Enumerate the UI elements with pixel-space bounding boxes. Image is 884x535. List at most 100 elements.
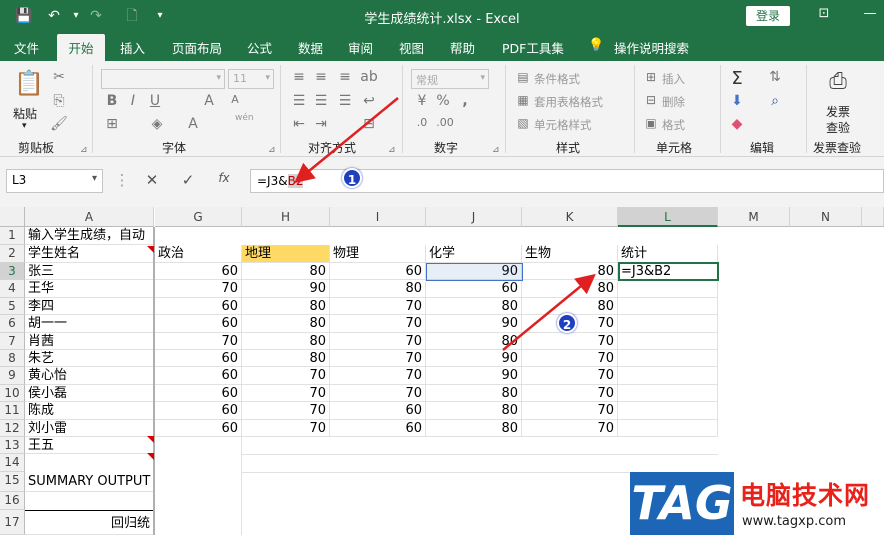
cell-h3[interactable]: 80 [242,263,330,280]
cell-h11[interactable]: 70 [242,402,330,420]
percent-icon[interactable]: % [434,93,452,109]
cell-h9[interactable]: 70 [242,367,330,385]
align-bottom-icon[interactable]: ≡ [336,69,354,85]
cell-j7[interactable]: 80 [426,333,522,350]
format-painter-icon[interactable]: 🖌 [50,116,68,132]
column-header-m[interactable]: M [718,207,790,227]
font-launcher-icon[interactable]: ⊿ [268,145,276,155]
cell-g6[interactable]: 60 [155,315,242,333]
cell-l4[interactable] [618,280,718,298]
cell-j4[interactable]: 60 [426,280,522,298]
cell-g2[interactable]: 政治 [155,245,242,263]
comma-icon[interactable]: , [456,93,474,109]
cell-g10[interactable]: 60 [155,385,242,402]
delete-cells-button[interactable]: 删除 [662,94,685,110]
alignment-launcher-icon[interactable]: ⊿ [388,145,396,155]
decrease-decimal-icon[interactable]: .00 [436,116,454,129]
font-name-dropdown[interactable]: ▾ [101,69,225,89]
select-all-corner[interactable] [0,207,25,227]
merge-center-icon[interactable]: ⊟ [360,116,378,132]
cell-j10[interactable]: 80 [426,385,522,402]
column-header-l[interactable]: L [618,207,718,227]
cell-h7[interactable]: 80 [242,333,330,350]
invoice-check-icon[interactable]: ⎙ [824,69,852,94]
cell-i4[interactable]: 80 [330,280,426,298]
cell-k9[interactable]: 70 [522,367,618,385]
tab-review[interactable]: 审阅 [348,38,373,57]
login-button[interactable]: 登录 [746,6,790,26]
row-header[interactable]: 15 [0,472,25,492]
save-icon[interactable]: 💾 [14,6,34,26]
cell-a13[interactable]: 王五 [25,437,154,454]
row-header[interactable]: 5 [0,298,25,315]
row-header[interactable]: 6 [0,315,25,333]
insert-cells-button[interactable]: 插入 [662,71,685,87]
decrease-indent-icon[interactable]: ⇤ [290,116,308,132]
tab-view[interactable]: 视图 [399,38,424,57]
find-select-icon[interactable]: ⌕ [766,93,784,109]
row-header[interactable]: 9 [0,367,25,385]
cell-i5[interactable]: 70 [330,298,426,315]
undo-icon[interactable]: ↶ [44,6,64,26]
align-right-icon[interactable]: ☰ [336,93,354,109]
font-color-icon[interactable]: A [184,116,202,132]
format-cells-button[interactable]: 格式 [662,117,685,133]
cell-l10[interactable] [618,385,718,402]
cell-a1[interactable]: 输入学生成绩，自动 [25,227,154,245]
cell-l8[interactable] [618,350,718,367]
minimize-icon[interactable]: — [860,6,880,21]
active-cell-l3[interactable] [618,262,719,281]
paste-icon[interactable]: 📋 [14,69,44,97]
cell-a17[interactable]: 回归统 [25,510,154,535]
cell-g12[interactable]: 60 [155,420,242,437]
undo-dropdown-icon[interactable]: ▾ [66,6,86,26]
increase-decimal-icon[interactable]: .0 [413,116,431,129]
cell-h4[interactable]: 90 [242,280,330,298]
cell-g7[interactable]: 70 [155,333,242,350]
cancel-icon[interactable]: ✕ [142,171,162,189]
column-header-g[interactable]: G [155,207,242,227]
cell-l2[interactable]: 统计 [618,245,718,263]
tell-me-search[interactable]: 操作说明搜索 [614,38,689,57]
align-left-icon[interactable]: ☰ [290,93,308,109]
row-header[interactable]: 13 [0,437,25,454]
tab-insert[interactable]: 插入 [120,38,145,57]
row-header[interactable]: 14 [0,454,25,472]
column-header-k[interactable]: K [522,207,618,227]
sort-filter-icon[interactable]: ⇅ [766,69,784,85]
cell-j8[interactable]: 90 [426,350,522,367]
column-header-o[interactable] [862,207,884,227]
cell-a12[interactable]: 刘小雷 [25,420,154,437]
autosum-icon[interactable]: Σ [728,68,746,89]
row-header[interactable]: 7 [0,333,25,350]
cell-g8[interactable]: 60 [155,350,242,367]
decrease-font-icon[interactable]: A [226,93,244,106]
row-header[interactable]: 11 [0,402,25,420]
name-box[interactable]: L3 ▾ [6,169,103,193]
column-header-i[interactable]: I [330,207,426,227]
align-center-icon[interactable]: ☰ [312,93,330,109]
enter-icon[interactable]: ✓ [178,171,198,189]
cell-j12[interactable]: 80 [426,420,522,437]
cell-a3[interactable]: 张三 [25,263,154,280]
row-header[interactable]: 1 [0,227,25,245]
column-header-n[interactable]: N [790,207,862,227]
column-header-a[interactable]: A [25,207,154,227]
cell-k7[interactable]: 70 [522,333,618,350]
row-header[interactable]: 2 [0,245,25,263]
ribbon-display-icon[interactable]: ⊡ [814,6,834,21]
cell-a4[interactable]: 王华 [25,280,154,298]
row-header[interactable]: 16 [0,492,25,510]
wen-phonetic-icon[interactable]: wén [235,113,254,123]
invoice-check-line2[interactable]: 查验 [826,119,850,136]
increase-font-icon[interactable]: A [200,93,218,109]
border-icon[interactable]: ⊞ [103,116,121,132]
cut-icon[interactable]: ✂ [50,69,68,85]
cell-i2[interactable]: 物理 [330,245,426,263]
fill-color-icon[interactable]: ◈ [148,116,166,132]
row-header[interactable]: 3 [0,263,25,280]
cell-i6[interactable]: 70 [330,315,426,333]
cell-k10[interactable]: 70 [522,385,618,402]
cell-a6[interactable]: 胡一一 [25,315,154,333]
underline-icon[interactable]: U [146,93,164,109]
